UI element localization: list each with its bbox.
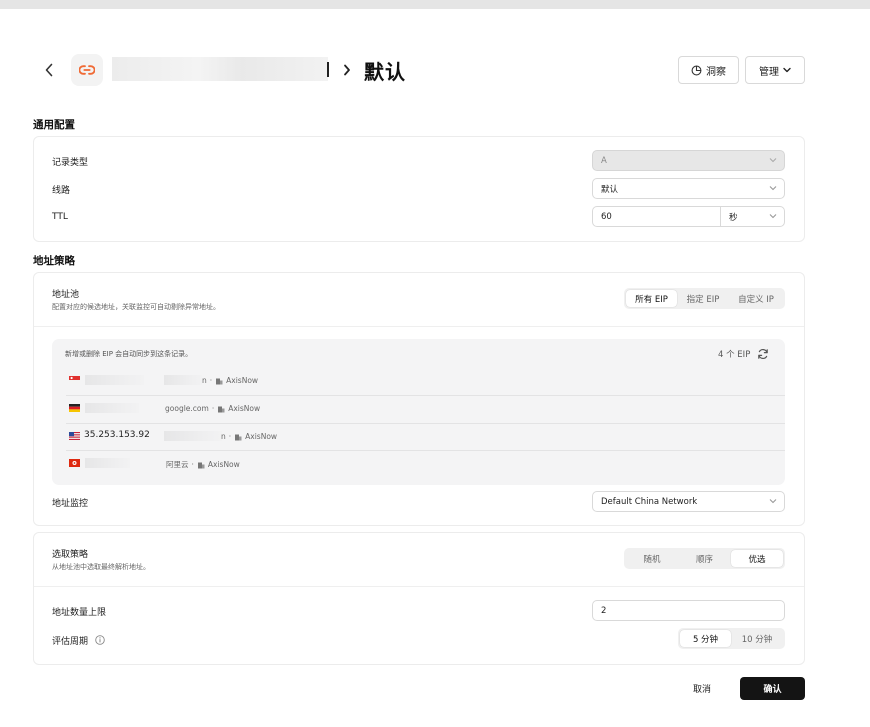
- chevron-down-icon: [769, 186, 777, 191]
- ttl-unit-value: 秒: [729, 212, 738, 223]
- dot-separator: ·: [211, 404, 215, 413]
- period-tabs: 5 分钟 10 分钟: [678, 628, 785, 649]
- insight-button[interactable]: 洞察: [678, 56, 739, 84]
- window-top-bar: [0, 0, 870, 9]
- eip-ip-address: 35.253.153.92: [84, 430, 150, 440]
- chevron-down-icon: [769, 214, 777, 219]
- project-name: AxisNow: [228, 404, 261, 413]
- refresh-button[interactable]: [757, 348, 769, 360]
- ttl-field: 60 秒: [592, 206, 785, 227]
- record-type-value: A: [601, 155, 607, 166]
- chevron-right-icon: [344, 64, 350, 76]
- redacted-ip: [85, 375, 144, 385]
- line-value: 默认: [601, 184, 619, 195]
- redacted-text-cursor: [327, 62, 329, 77]
- link-icon: [79, 65, 95, 75]
- section-title-general: 通用配置: [33, 119, 75, 131]
- building-icon: [197, 462, 205, 468]
- eip-row: 35.253.153.92 n · AxisNow: [66, 424, 785, 451]
- pool-eip-count: 4 个 EIP: [718, 350, 751, 360]
- pie-chart-icon: [691, 65, 702, 75]
- insight-label: 洞察: [706, 66, 726, 78]
- redacted-ip: [85, 458, 130, 468]
- refresh-icon: [758, 349, 768, 359]
- info-icon[interactable]: [95, 635, 105, 645]
- record-type-label: 记录类型: [52, 158, 89, 168]
- tab-5-minutes[interactable]: 5 分钟: [680, 630, 731, 647]
- tab-all-eip[interactable]: 所有 EIP: [626, 290, 677, 307]
- chevron-down-icon: [783, 67, 791, 73]
- building-icon: [218, 406, 225, 412]
- selection-label: 选取策略: [52, 550, 89, 560]
- chevron-left-icon: [45, 63, 53, 77]
- provider-name: n: [202, 376, 207, 385]
- eip-provider-project: google.com · AxisNow: [165, 404, 260, 413]
- eip-provider-project: 阿里云 · AxisNow: [166, 459, 240, 470]
- pool-label: 地址池: [52, 290, 80, 300]
- dot-separator: ·: [209, 376, 213, 385]
- project-name: AxisNow: [207, 460, 240, 469]
- tab-specified-eip[interactable]: 指定 EIP: [677, 290, 729, 307]
- manage-dropdown-button[interactable]: 管理: [745, 56, 805, 84]
- pool-description: 配置对应的候选地址，关联监控可自动剔除异常地址。: [52, 303, 220, 311]
- line-label: 线路: [52, 186, 71, 196]
- monitor-value: Default China Network: [601, 496, 698, 507]
- pool-sync-note: 新增或删除 EIP 会自动同步到这条记录。: [65, 350, 193, 358]
- eip-provider-project: n · AxisNow: [221, 432, 277, 441]
- tab-custom-ip[interactable]: 自定义 IP: [729, 290, 783, 307]
- period-label: 评估周期: [52, 637, 89, 647]
- redacted-domain-name: [112, 57, 328, 81]
- provider-name: n: [221, 432, 226, 441]
- redacted-provider: [164, 375, 202, 385]
- record-type-select: A: [592, 150, 785, 171]
- tab-random[interactable]: 随机: [626, 550, 678, 567]
- chevron-down-icon: [769, 499, 777, 504]
- cancel-button[interactable]: 取消: [681, 677, 723, 699]
- provider-name: google.com: [165, 404, 209, 413]
- max-count-label: 地址数量上限: [52, 608, 107, 618]
- max-count-input[interactable]: 2: [592, 600, 785, 621]
- eip-row: 阿里云 · AxisNow: [66, 451, 785, 478]
- building-icon: [235, 434, 242, 440]
- divider: [34, 326, 804, 327]
- ttl-label: TTL: [52, 212, 68, 222]
- eip-provider-project: n · AxisNow: [202, 376, 258, 385]
- selection-mode-tabs: 随机 顺序 优选: [624, 548, 785, 569]
- dot-separator: ·: [228, 432, 232, 441]
- breadcrumb-separator: [341, 61, 353, 79]
- monitor-label: 地址监控: [52, 499, 89, 509]
- divider: [34, 586, 804, 587]
- dot-separator: ·: [191, 460, 194, 469]
- back-button[interactable]: [40, 60, 58, 80]
- eip-row: n · AxisNow: [66, 368, 785, 395]
- page-title: 默认: [364, 60, 406, 84]
- provider-name: 阿里云: [166, 460, 189, 469]
- line-select[interactable]: 默认: [592, 178, 785, 199]
- chevron-down-icon: [769, 158, 777, 163]
- selection-description: 从地址池中选取最终解析地址。: [52, 563, 150, 571]
- singapore-flag-icon: [69, 376, 80, 384]
- tab-sequential[interactable]: 顺序: [678, 550, 731, 567]
- redacted-ip: [85, 403, 139, 413]
- tab-preferred[interactable]: 优选: [731, 550, 783, 567]
- pool-mode-tabs: 所有 EIP 指定 EIP 自定义 IP: [624, 288, 785, 309]
- record-logo: [71, 54, 103, 86]
- hong-kong-flag-icon: [69, 459, 80, 467]
- germany-flag-icon: [69, 404, 80, 412]
- redacted-provider: [164, 431, 222, 441]
- building-icon: [216, 378, 223, 384]
- united-states-flag-icon: [69, 432, 80, 440]
- ttl-input[interactable]: 60: [593, 207, 721, 226]
- section-title-address-policy: 地址策略: [33, 255, 75, 267]
- manage-label: 管理: [759, 66, 779, 78]
- monitor-select[interactable]: Default China Network: [592, 491, 785, 512]
- project-name: AxisNow: [226, 376, 259, 385]
- ttl-unit-select[interactable]: 秒: [721, 207, 784, 226]
- eip-row: google.com · AxisNow: [66, 396, 785, 423]
- project-name: AxisNow: [245, 432, 278, 441]
- tab-10-minutes[interactable]: 10 分钟: [731, 630, 783, 647]
- confirm-button[interactable]: 确认: [740, 677, 805, 700]
